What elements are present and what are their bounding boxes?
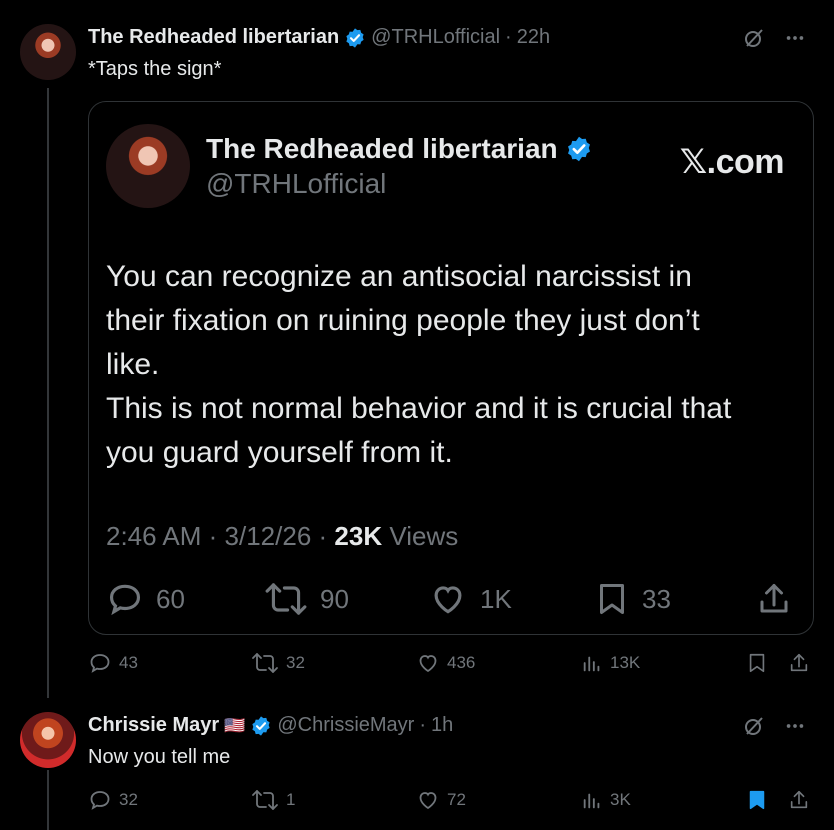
separator-dot: · [419, 714, 426, 736]
views-chart-icon [583, 656, 600, 672]
like-count: 436 [447, 653, 476, 672]
bookmark-button[interactable] [746, 788, 768, 812]
thread-line [47, 770, 49, 830]
quote-views-count: 23K [334, 521, 383, 551]
separator-dot: · [208, 521, 225, 551]
author-handle[interactable]: @TRHLofficial [371, 26, 500, 49]
share-button[interactable] [788, 788, 810, 812]
repost-count: 1 [286, 790, 296, 809]
tweet-header: The Redheaded libertarian @TRHLofficial … [88, 26, 550, 49]
quote-body-line: This is not normal behavior and it is cr… [106, 392, 732, 425]
reply-icon [90, 791, 110, 810]
quote-share-button[interactable] [756, 580, 792, 618]
grok-icon[interactable] [742, 26, 766, 50]
quote-actions: 60 90 1K 33 [106, 580, 794, 620]
quote-meta: 2:46 AM · 3/12/26 · 23K Views [106, 521, 458, 552]
reply-icon [90, 654, 110, 673]
quote-author-handle: @TRHLofficial [206, 168, 387, 199]
quote-author-name: The Redheaded libertarian [206, 133, 593, 165]
separator-dot: · [505, 26, 512, 48]
verified-badge-icon [252, 715, 270, 736]
avatar[interactable] [20, 24, 76, 80]
repost-icon [252, 653, 278, 673]
repost-count: 32 [286, 653, 305, 672]
thread-line [47, 88, 49, 698]
quote-date: 3/12/26 [224, 521, 312, 551]
brand-logo: 𝕏.com [679, 143, 785, 181]
quote-repost-button[interactable]: 90 [264, 580, 349, 618]
quote-views-label: Views [389, 521, 459, 551]
share-icon [760, 584, 788, 613]
more-icon[interactable] [784, 715, 806, 737]
repost-icon [265, 583, 307, 615]
repost-button[interactable]: 32 [251, 651, 305, 675]
separator-dot: · [318, 521, 335, 551]
quote-like-button[interactable]: 1K [428, 580, 512, 618]
reply-count: 32 [119, 790, 138, 809]
quote-reply-button[interactable]: 60 [106, 580, 185, 618]
tweet-text: *Taps the sign* [88, 58, 222, 80]
tweet-top-actions [742, 714, 806, 738]
verified-badge-icon [346, 27, 364, 48]
quote-body-line: you guard yourself from it. [106, 436, 453, 469]
share-icon [790, 653, 808, 672]
like-count: 1K [480, 583, 512, 614]
reply-count: 43 [119, 653, 138, 672]
quote-name-text: The Redheaded libertarian [206, 133, 558, 164]
avatar[interactable] [20, 712, 76, 768]
grok-icon[interactable] [742, 714, 766, 738]
quote-body-line: You can recognize an antisocial narcissi… [106, 260, 692, 293]
reply-button[interactable]: 43 [88, 651, 138, 675]
tweet-actions: 32 1 72 3K [88, 788, 812, 818]
like-button[interactable]: 72 [416, 788, 466, 812]
repost-button[interactable]: 1 [251, 788, 295, 812]
views-button[interactable]: 3K [581, 788, 631, 812]
like-button[interactable]: 436 [416, 651, 475, 675]
quote-body-line: their fixation on ruining people they ju… [106, 304, 700, 337]
quote-body: You can recognize an antisocial narcissi… [106, 255, 796, 475]
views-button[interactable]: 13K [581, 651, 640, 675]
tweet-header: Chrissie Mayr 🇺🇸 @ChrissieMayr · 1h [88, 714, 453, 737]
bookmark-icon [600, 584, 624, 614]
tweet-actions: 43 32 436 13K [88, 651, 812, 681]
more-icon[interactable] [784, 27, 806, 49]
us-flag-emoji: 🇺🇸 [224, 715, 246, 735]
repost-count: 90 [320, 583, 349, 614]
heart-icon [419, 655, 437, 673]
quote-time: 2:46 AM [106, 521, 202, 551]
like-count: 72 [447, 790, 466, 809]
reply-button[interactable]: 32 [88, 788, 138, 812]
tweet-top-actions [742, 26, 806, 50]
heart-icon [434, 586, 462, 614]
quote-bookmark-button[interactable]: 33 [594, 580, 671, 618]
bookmark-count: 33 [642, 583, 671, 614]
heart-icon [419, 792, 437, 810]
tweet-text: Now you tell me [88, 746, 231, 768]
author-name[interactable]: The Redheaded libertarian [88, 26, 339, 49]
share-icon [790, 790, 808, 809]
bookmark-icon [749, 653, 765, 673]
verified-badge-icon [567, 136, 590, 162]
post-time[interactable]: 1h [431, 714, 453, 737]
views-count: 3K [610, 790, 631, 809]
bookmark-button[interactable] [746, 651, 768, 675]
reply-count: 60 [156, 583, 185, 614]
bookmark-filled-icon [749, 790, 765, 810]
quote-avatar [106, 124, 190, 208]
views-chart-icon [583, 793, 600, 809]
views-count: 13K [610, 653, 641, 672]
author-handle[interactable]: @ChrissieMayr [277, 714, 414, 737]
repost-icon [252, 790, 278, 810]
post-time[interactable]: 22h [517, 26, 550, 49]
share-button[interactable] [788, 651, 810, 675]
reply-icon [109, 584, 141, 616]
quote-body-line: like. [106, 348, 160, 381]
author-name[interactable]: Chrissie Mayr [88, 714, 219, 737]
